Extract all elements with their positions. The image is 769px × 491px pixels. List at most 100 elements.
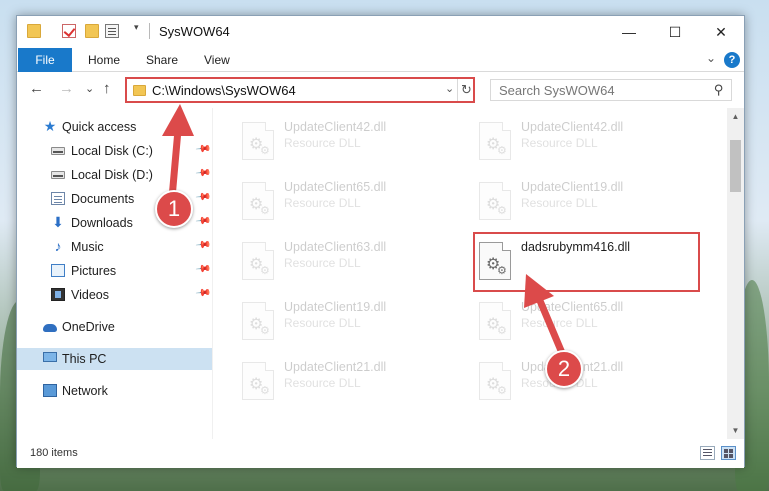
dll-file-icon: ⚙ ⚙ bbox=[242, 122, 274, 160]
pin-icon[interactable]: 📌 bbox=[195, 261, 212, 277]
address-dropdown-icon[interactable]: ⌄ bbox=[445, 82, 454, 95]
file-tile[interactable]: ⚙ ⚙ UpdateClient19.dll Resource DLL bbox=[237, 296, 462, 348]
dll-file-icon: ⚙ ⚙ bbox=[242, 302, 274, 340]
sidebar-item-local-disk-d[interactable]: Local Disk (D:) 📌 bbox=[17, 164, 212, 186]
file-name: UpdateClient19.dll bbox=[521, 180, 624, 194]
videos-icon bbox=[51, 288, 65, 301]
address-path[interactable]: C:\Windows\SysWOW64 bbox=[152, 83, 296, 98]
scrollbar-thumb[interactable] bbox=[730, 140, 741, 192]
properties-checkmark-icon[interactable] bbox=[62, 24, 76, 38]
file-type: Resource DLL bbox=[521, 136, 598, 150]
pin-icon[interactable]: 📌 bbox=[195, 237, 212, 253]
dll-file-icon: ⚙ ⚙ bbox=[479, 302, 511, 340]
tab-file[interactable]: File bbox=[18, 48, 72, 72]
file-name: UpdateClient19.dll bbox=[284, 300, 387, 314]
star-icon: ★ bbox=[43, 118, 57, 134]
item-count: 180 items bbox=[30, 447, 78, 459]
file-type: Resource DLL bbox=[284, 316, 361, 330]
computer-icon bbox=[43, 352, 57, 362]
refresh-button[interactable]: ↻ bbox=[457, 79, 475, 101]
minimize-button[interactable]: — bbox=[606, 16, 652, 48]
tab-home[interactable]: Home bbox=[88, 48, 120, 72]
file-type: Resource DLL bbox=[284, 376, 361, 390]
pin-icon[interactable]: 📌 bbox=[195, 213, 212, 229]
sidebar-item-local-disk-c[interactable]: Local Disk (C:) 📌 bbox=[17, 140, 212, 162]
file-tile[interactable]: ⚙ ⚙ UpdateClient42.dll Resource DLL bbox=[237, 116, 462, 168]
sidebar-item-label: Local Disk (D:) bbox=[71, 168, 153, 182]
tab-share[interactable]: Share bbox=[146, 48, 178, 72]
gear-icon: ⚙ bbox=[497, 145, 507, 157]
sidebar-item-label: Local Disk (C:) bbox=[71, 144, 153, 158]
dll-file-icon: ⚙ ⚙ bbox=[479, 362, 511, 400]
close-button[interactable]: ✕ bbox=[698, 16, 744, 48]
ribbon: File Home Share View ⌄ ? bbox=[17, 48, 744, 72]
sidebar-item-videos[interactable]: Videos 📌 bbox=[17, 284, 212, 306]
callout-marker-1: 1 bbox=[155, 190, 193, 228]
tab-view[interactable]: View bbox=[204, 48, 230, 72]
pictures-icon bbox=[51, 264, 65, 277]
window-title: SysWOW64 bbox=[159, 24, 230, 39]
title-separator bbox=[149, 23, 150, 39]
file-tile[interactable]: ⚙ ⚙ UpdateClient65.dll Resource DLL bbox=[237, 176, 462, 228]
pin-icon[interactable]: 📌 bbox=[195, 165, 212, 181]
search-icon[interactable]: ⚲ bbox=[714, 82, 724, 98]
gear-icon: ⚙ bbox=[260, 205, 270, 217]
gear-icon: ⚙ bbox=[497, 385, 507, 397]
search-input[interactable]: Search SysWOW64 ⚲ bbox=[490, 79, 732, 101]
file-tile[interactable]: ⚙ ⚙ UpdateClient19.dll Resource DLL bbox=[474, 176, 699, 228]
large-icons-view-icon[interactable] bbox=[721, 446, 736, 460]
gear-icon: ⚙ bbox=[260, 325, 270, 337]
dll-file-icon: ⚙ ⚙ bbox=[242, 242, 274, 280]
up-button[interactable]: ↑ bbox=[103, 80, 111, 97]
drive-icon bbox=[51, 147, 65, 155]
sidebar-item-onedrive[interactable]: OneDrive bbox=[17, 316, 212, 338]
file-tile[interactable]: ⚙ ⚙ UpdateClient63.dll Resource DLL bbox=[237, 236, 462, 288]
file-type: Resource DLL bbox=[284, 256, 361, 270]
pin-icon[interactable]: 📌 bbox=[195, 141, 212, 157]
file-tile[interactable]: ⚙⚙ UpdateClient21.dll Resource DLL bbox=[237, 356, 462, 408]
file-type: Resource DLL bbox=[521, 316, 598, 330]
file-name: UpdateClient65.dll bbox=[284, 180, 387, 194]
details-view-icon[interactable] bbox=[700, 446, 715, 460]
new-folder-icon[interactable] bbox=[85, 24, 99, 38]
sidebar-item-label: Pictures bbox=[71, 264, 117, 278]
scroll-down-icon[interactable]: ▼ bbox=[727, 422, 744, 439]
file-tile[interactable]: ⚙ ⚙ UpdateClient65.dll Resource DLL bbox=[474, 296, 699, 348]
search-placeholder: Search SysWOW64 bbox=[499, 83, 615, 98]
sidebar-item-label: Network bbox=[62, 384, 108, 398]
vertical-scrollbar[interactable]: ▲ ▼ bbox=[727, 108, 744, 439]
sidebar-item-pictures[interactable]: Pictures 📌 bbox=[17, 260, 212, 282]
pin-icon[interactable]: 📌 bbox=[195, 189, 212, 205]
back-button[interactable]: ← bbox=[29, 80, 44, 97]
maximize-button[interactable]: ☐ bbox=[652, 16, 698, 48]
pane-divider bbox=[212, 108, 213, 439]
recent-locations-button[interactable]: ⌄ bbox=[85, 82, 94, 95]
gear-icon: ⚙ bbox=[497, 205, 507, 217]
file-tile[interactable]: ⚙⚙ UpdateClient21.dll Resource DLL bbox=[474, 356, 699, 408]
drive-icon bbox=[51, 171, 65, 179]
sidebar-item-network[interactable]: Network bbox=[17, 380, 212, 402]
sidebar-item-quick-access[interactable]: ★ Quick access bbox=[17, 116, 212, 138]
file-tile[interactable]: ⚙ ⚙ UpdateClient42.dll Resource DLL bbox=[474, 116, 699, 168]
sidebar-item-music[interactable]: ♪ Music 📌 bbox=[17, 236, 212, 258]
quick-access-dropdown-icon[interactable]: ▾ bbox=[134, 22, 139, 33]
sidebar-item-label: Videos bbox=[71, 288, 109, 302]
address-bar[interactable]: C:\Windows\SysWOW64 ⌄ ↻ bbox=[125, 77, 475, 103]
pin-icon[interactable]: 📌 bbox=[195, 285, 212, 301]
rename-icon[interactable] bbox=[105, 24, 119, 38]
scroll-up-icon[interactable]: ▲ bbox=[727, 108, 744, 125]
dll-file-icon: ⚙ ⚙ bbox=[479, 182, 511, 220]
ribbon-expand-icon[interactable]: ⌄ bbox=[706, 51, 716, 65]
dll-file-icon: ⚙ ⚙ bbox=[242, 182, 274, 220]
file-name: UpdateClient42.dll bbox=[521, 120, 624, 134]
dll-file-icon: ⚙ ⚙ bbox=[479, 122, 511, 160]
callout-marker-2: 2 bbox=[545, 350, 583, 388]
status-bar: 180 items bbox=[17, 440, 744, 468]
downloads-icon: ⬇ bbox=[52, 214, 64, 230]
help-icon[interactable]: ? bbox=[724, 52, 740, 68]
forward-button[interactable]: → bbox=[59, 80, 74, 97]
onedrive-icon bbox=[43, 324, 57, 332]
sidebar-item-this-pc[interactable]: This PC bbox=[17, 348, 212, 370]
sidebar-item-label: Documents bbox=[71, 192, 135, 206]
file-name: UpdateClient21.dll bbox=[284, 360, 387, 374]
